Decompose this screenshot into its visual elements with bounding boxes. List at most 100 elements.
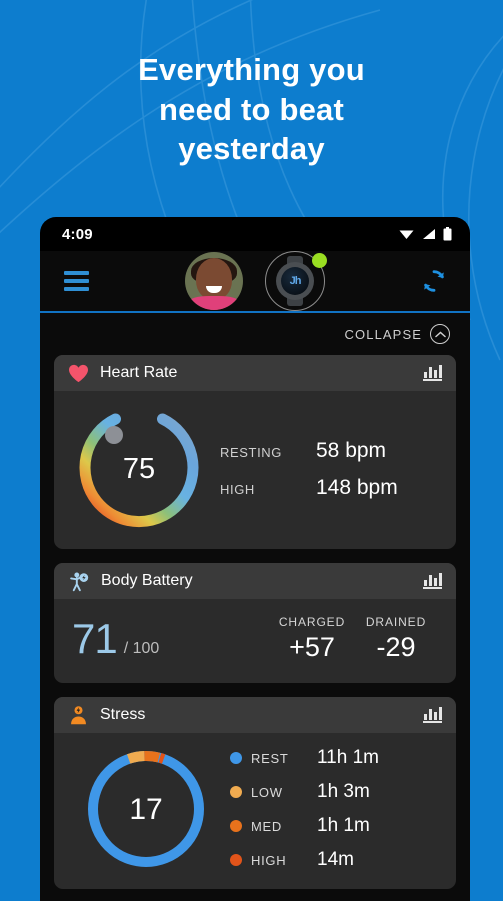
legend-label-med: MED — [251, 818, 282, 834]
watch-face: Jh — [281, 267, 309, 295]
legend-dot-rest — [230, 752, 242, 764]
card-title-heart-rate: Heart Rate — [100, 364, 178, 381]
device-status-widget[interactable]: Jh — [265, 251, 327, 311]
device-connected-status-dot — [312, 253, 327, 268]
body-battery-person-icon — [70, 571, 89, 591]
heart-rate-gauge: 75 — [79, 413, 199, 528]
collapse-label: COLLAPSE — [344, 326, 422, 342]
stress-legend: REST 11h 1m LOW 1h 3m MED 1h 1m HIGH 14m — [226, 747, 444, 871]
legend-label-low: LOW — [251, 784, 283, 800]
stat-value-resting: 58 bpm — [316, 438, 387, 462]
avatar[interactable] — [185, 252, 243, 310]
bar-chart-baseline — [423, 587, 442, 589]
legend-value-high: 14m — [317, 849, 354, 870]
status-time: 4:09 — [62, 225, 93, 243]
card-title-stress: Stress — [100, 706, 146, 723]
card-title-body-battery: Body Battery — [101, 572, 193, 589]
heart-rate-value: 75 — [123, 453, 155, 485]
card-stress[interactable]: Stress 17 REST 11h 1m LOW 1h 3m MED 1h 1… — [54, 697, 456, 889]
app-header: Jh — [40, 251, 470, 313]
bar-chart-icon[interactable] — [423, 573, 442, 589]
legend-label-rest: REST — [251, 750, 289, 766]
sync-refresh-icon[interactable] — [420, 267, 448, 295]
stress-ring-wrap: 17 — [66, 745, 226, 873]
hamburger-bar — [64, 279, 89, 283]
card-body-battery[interactable]: Body Battery 71 / 100 CHARGED +57 DRAINE… — [54, 563, 456, 683]
heart-rate-stats: RESTING 58 bpm HIGH 148 bpm — [214, 439, 446, 500]
headline-line-2: need to beat — [159, 91, 344, 127]
stat-col-drained: DRAINED -29 — [354, 615, 438, 663]
stat-label-drained: DRAINED — [365, 615, 427, 629]
avatar-shirt — [189, 296, 239, 310]
bar — [428, 575, 432, 587]
stat-label-high: HIGH — [220, 481, 255, 497]
bar — [428, 709, 432, 721]
dashboard-body: COLLAPSE Heart Rate 75 RESTING 58 bpm HI… — [40, 313, 470, 901]
legend-dot-low — [230, 786, 242, 798]
bar-chart-bars — [423, 365, 442, 379]
stress-value: 17 — [129, 793, 162, 826]
bar — [438, 365, 442, 379]
hamburger-bar — [64, 287, 89, 291]
bar-chart-bars — [423, 707, 442, 721]
avatar-face — [196, 257, 232, 300]
collapse-row[interactable]: COLLAPSE — [54, 313, 456, 355]
card-heart-rate[interactable]: Heart Rate 75 RESTING 58 bpm HIGH 148 bp… — [54, 355, 456, 549]
headline-line-3: yesterday — [178, 131, 325, 167]
legend-row-med: MED 1h 1m — [230, 815, 444, 837]
legend-dot-med — [230, 820, 242, 832]
legend-row-rest: REST 11h 1m — [230, 747, 444, 769]
stat-label-charged: CHARGED — [278, 615, 346, 629]
bar — [433, 712, 437, 721]
chevron-up-glyph — [434, 330, 446, 337]
card-body-stress: 17 REST 11h 1m LOW 1h 3m MED 1h 1m HIGH … — [54, 733, 456, 889]
bar — [433, 370, 437, 379]
bar — [423, 372, 427, 379]
bar — [423, 714, 427, 721]
hamburger-menu-icon[interactable] — [64, 271, 89, 291]
bar — [438, 707, 442, 721]
battery-icon — [443, 227, 452, 241]
stat-row-high: HIGH 148 bpm — [220, 476, 446, 500]
status-icons — [399, 227, 452, 241]
body-battery-value: 71 — [72, 615, 118, 662]
legend-row-low: LOW 1h 3m — [230, 781, 444, 803]
bar — [423, 580, 427, 587]
chevron-up-icon[interactable] — [430, 324, 450, 344]
header-center-group: Jh — [185, 251, 327, 311]
card-body-heart-rate: 75 RESTING 58 bpm HIGH 148 bpm — [54, 391, 456, 549]
status-bar: 4:09 — [40, 217, 470, 251]
card-header-heart-rate: Heart Rate — [54, 355, 456, 391]
bar — [438, 573, 442, 587]
legend-value-low: 1h 3m — [317, 781, 370, 802]
smartwatch-icon: Jh — [276, 262, 314, 300]
body-battery-denominator: / 100 — [123, 640, 160, 657]
headline-line-1: Everything you — [138, 52, 365, 87]
stat-row-resting: RESTING 58 bpm — [220, 439, 446, 463]
heart-rate-gauge-wrap: 75 — [64, 405, 214, 533]
gauge-marker-dot — [105, 426, 123, 444]
legend-value-rest: 11h 1m — [317, 747, 379, 768]
bar — [433, 578, 437, 587]
stress-person-icon — [71, 705, 86, 724]
bar — [428, 367, 432, 379]
card-body-body-battery: 71 / 100 CHARGED +57 DRAINED -29 — [54, 599, 456, 683]
bar-chart-baseline — [423, 379, 442, 381]
bar-chart-baseline — [423, 721, 442, 723]
bar-chart-bars — [423, 573, 442, 587]
legend-label-high: HIGH — [251, 852, 287, 868]
stat-value-high: 148 bpm — [316, 475, 398, 499]
bar-chart-icon[interactable] — [423, 707, 442, 723]
stat-label-resting: RESTING — [220, 444, 282, 460]
legend-row-high: HIGH 14m — [230, 849, 444, 871]
page-title: Everything you need to beat yesterday — [0, 50, 503, 169]
stress-donut-chart: 17 — [88, 751, 204, 867]
heart-icon — [69, 364, 88, 382]
stat-col-charged: CHARGED +57 — [270, 615, 354, 663]
hamburger-bar — [64, 271, 89, 275]
card-header-body-battery: Body Battery — [54, 563, 456, 599]
phone-mockup: 4:09 Jh COLLAPSE Heart Rate 75 RESTING 5… — [40, 217, 470, 901]
stat-value-charged: +57 — [289, 632, 335, 662]
body-battery-main-value: 71 / 100 — [72, 615, 270, 663]
bar-chart-icon[interactable] — [423, 365, 442, 381]
